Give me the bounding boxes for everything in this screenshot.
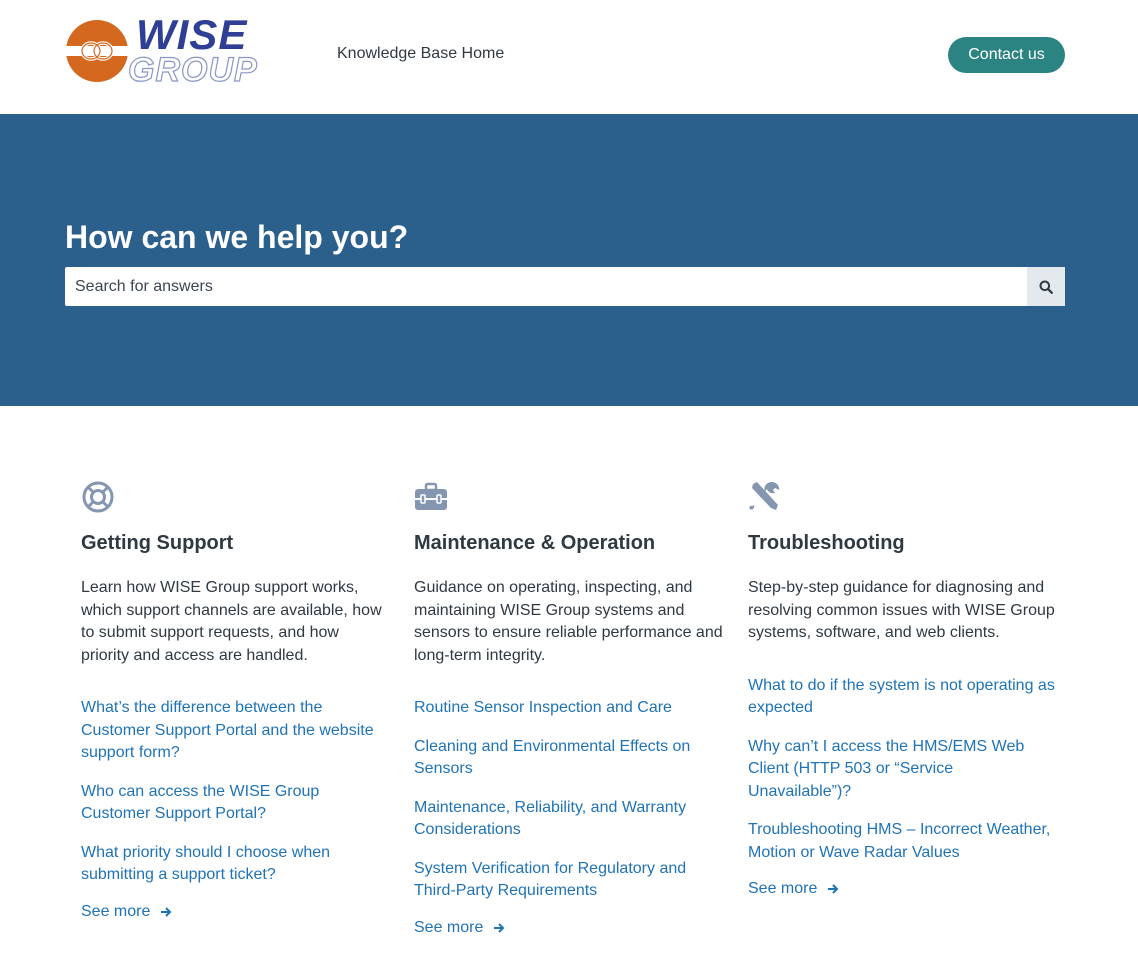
list-item: What’s the difference between the Custom… <box>81 697 391 765</box>
list-item: What to do if the system is not operatin… <box>748 675 1058 720</box>
article-link[interactable]: Cleaning and Environmental Effects on Se… <box>414 736 724 781</box>
article-link[interactable]: System Verification for Regulatory and T… <box>414 858 724 903</box>
hero-banner: How can we help you? <box>0 114 1138 406</box>
see-more-label: See more <box>81 902 151 920</box>
arrow-right-icon <box>494 922 505 933</box>
contact-us-button[interactable]: Contact us <box>948 37 1065 73</box>
list-item: Why can’t I access the HMS/EMS Web Clien… <box>748 736 1058 804</box>
article-link[interactable]: Troubleshooting HMS – Incorrect Weather,… <box>748 819 1058 864</box>
article-link[interactable]: What priority should I choose when submi… <box>81 842 391 887</box>
see-more-link[interactable]: See more <box>81 903 391 921</box>
article-link[interactable]: What’s the difference between the Custom… <box>81 697 391 765</box>
list-item: Cleaning and Environmental Effects on Se… <box>414 736 724 781</box>
see-more-link[interactable]: See more <box>414 919 724 937</box>
search-input[interactable] <box>65 267 1027 306</box>
article-link[interactable]: Who can access the WISE Group Customer S… <box>81 781 391 826</box>
category-title[interactable]: Getting Support <box>81 531 391 555</box>
see-more-label: See more <box>414 918 484 936</box>
category-title[interactable]: Troubleshooting <box>748 531 1058 555</box>
article-link[interactable]: Why can’t I access the HMS/EMS Web Clien… <box>748 736 1058 804</box>
category-troubleshooting: Troubleshooting Step-by-step guidance fo… <box>748 480 1058 898</box>
category-title[interactable]: Maintenance & Operation <box>414 531 724 555</box>
article-list: What to do if the system is not operatin… <box>748 675 1058 865</box>
hero-title: How can we help you? <box>65 219 409 255</box>
arrow-right-icon <box>828 884 839 894</box>
list-item: What priority should I choose when submi… <box>81 842 391 887</box>
list-item: Troubleshooting HMS – Incorrect Weather,… <box>748 819 1058 864</box>
category-maintenance-operation: Maintenance & Operation Guidance on oper… <box>414 480 724 937</box>
article-link[interactable]: Routine Sensor Inspection and Care <box>414 697 724 720</box>
arrow-right-icon <box>161 906 172 917</box>
category-getting-support: Getting Support Learn how WISE Group sup… <box>81 480 391 921</box>
logo-group-text: GROUP <box>127 51 258 89</box>
list-item: System Verification for Regulatory and T… <box>414 858 724 903</box>
toolbox-icon <box>415 482 447 510</box>
category-description: Guidance on operating, inspecting, and m… <box>414 579 723 664</box>
category-description: Learn how WISE Group support works, whic… <box>81 579 382 664</box>
article-link[interactable]: What to do if the system is not operatin… <box>748 675 1058 720</box>
knot-logo-icon <box>66 20 128 82</box>
logo-wise-text: WISE <box>136 11 248 58</box>
article-list: Routine Sensor Inspection and Care Clean… <box>414 697 724 903</box>
wise-group-logo[interactable]: WISE GROUP <box>64 11 268 88</box>
list-item: Maintenance, Reliability, and Warranty C… <box>414 797 724 842</box>
list-item: Who can access the WISE Group Customer S… <box>81 781 391 826</box>
logo-wordmark: WISE GROUP <box>127 11 258 88</box>
lifebuoy-icon <box>82 481 114 513</box>
article-list: What’s the difference between the Custom… <box>81 697 391 887</box>
list-item: Routine Sensor Inspection and Care <box>414 697 724 720</box>
see-more-label: See more <box>748 880 818 897</box>
search-icon <box>1039 280 1053 294</box>
see-more-link[interactable]: See more <box>748 880 1058 898</box>
knowledge-base-home-link[interactable]: Knowledge Base Home <box>337 45 504 63</box>
site-header: WISE GROUP Knowledge Base Home Contact u… <box>0 0 1138 114</box>
search-bar <box>65 267 1065 306</box>
tools-icon <box>749 482 780 510</box>
article-link[interactable]: Maintenance, Reliability, and Warranty C… <box>414 797 724 842</box>
search-button[interactable] <box>1027 267 1065 306</box>
category-description: Step-by-step guidance for diagnosing and… <box>748 579 1055 641</box>
